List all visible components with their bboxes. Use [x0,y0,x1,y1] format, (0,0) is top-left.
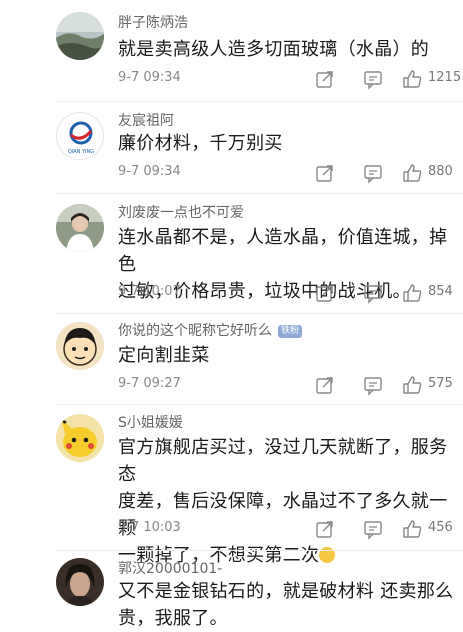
logo-text: QIAN YING [68,149,94,155]
thumbs-up-icon[interactable] [401,162,423,184]
username[interactable]: 胖子陈炳浩 [118,12,188,32]
divider [56,101,463,102]
comment-text: 就是卖高级人造多切面玻璃（水晶）的 [118,39,430,60]
timestamp: 9-7 09:27 [118,376,181,391]
thumbs-up-icon[interactable] [401,518,423,540]
avatar[interactable] [56,558,104,606]
timestamp: 9-7 10:07 [118,284,181,299]
share-icon[interactable] [314,518,336,540]
comment-text: 廉价材料，千万别买 [118,133,283,154]
comment-icon[interactable] [362,68,384,90]
fan-badge: 铁粉 [278,325,303,338]
comment-feed: 胖子陈炳浩 就是卖高级人造多切面玻璃（水晶）的 9-7 09:34 1215 Q… [0,0,463,629]
avatar[interactable]: QIAN YING [56,112,104,160]
username[interactable]: 刘废废一点也不可爱 [118,202,244,222]
comment-meta: 9-7 10:03 456 [118,518,458,540]
avatar[interactable] [56,322,104,370]
comment-text: 又不是金银钻石的，就是破材料 还卖那么 贵，我服了。 [118,581,454,629]
avatar[interactable] [56,204,104,252]
thumbs-up-icon[interactable] [401,374,423,396]
share-icon[interactable] [314,282,336,304]
comment-meta: 9-7 09:34 1215 [118,68,462,90]
timestamp: 9-7 09:34 [118,164,181,179]
like-count: 456 [428,520,453,535]
comment-meta: 9-7 10:07 854 [118,282,458,304]
divider [56,313,463,314]
like-count: 575 [428,376,453,391]
username[interactable]: 你说的这个昵称它好听么 铁粉 [118,320,303,340]
like-count: 1215 [428,70,462,85]
share-icon[interactable] [314,162,336,184]
timestamp: 9-7 10:03 [118,520,181,535]
avatar[interactable] [56,12,104,60]
username[interactable]: 友宸祖阿 [118,110,174,130]
comment-text: 定向割韭菜 [118,345,210,366]
divider [56,404,463,405]
comment-meta: 9-7 09:34 880 [118,162,458,184]
username[interactable]: 郭汉20000101- [118,558,222,578]
comment-text: 官方旗舰店买过，没过几天就断了，服务态 度差，售后没保障，水晶过不了多久就一颗 … [118,437,448,566]
comment-meta: 9-7 09:27 575 [118,374,458,396]
thumbs-up-icon[interactable] [401,68,423,90]
divider [56,193,463,194]
comment-icon[interactable] [362,518,384,540]
divider [56,550,463,551]
like-count: 880 [428,164,453,179]
username[interactable]: S小姐媛媛 [118,412,183,432]
share-icon[interactable] [314,374,336,396]
share-icon[interactable] [314,68,336,90]
thumbs-up-icon[interactable] [401,282,423,304]
avatar[interactable] [56,414,104,462]
timestamp: 9-7 09:34 [118,70,181,85]
comment-icon[interactable] [362,374,384,396]
comment-icon[interactable] [362,282,384,304]
like-count: 854 [428,284,453,299]
comment-icon[interactable] [362,162,384,184]
